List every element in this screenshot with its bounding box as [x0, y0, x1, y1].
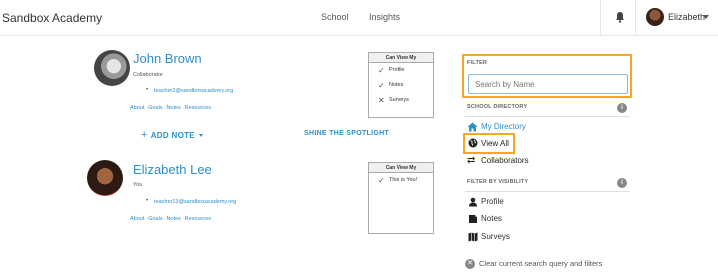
link-about[interactable]: About	[130, 216, 144, 222]
email-link[interactable]: teacher13@sandboxacademy.org	[154, 199, 236, 205]
link-notes[interactable]: Notes	[166, 105, 180, 111]
plus-icon: +	[141, 129, 148, 141]
can-view-title: Can View My	[369, 53, 433, 63]
divider	[465, 116, 630, 117]
notes-icon	[469, 215, 477, 223]
person-role: You	[133, 182, 143, 188]
globe-icon	[468, 138, 478, 148]
user-avatar[interactable]	[646, 8, 664, 26]
home-icon	[467, 122, 478, 132]
avatar	[94, 50, 130, 86]
person-icon	[469, 197, 477, 207]
shine-spotlight-button[interactable]: SHINE THE SPOTLIGHT	[304, 130, 389, 137]
can-view-row: ✕ Surveys	[369, 93, 433, 108]
add-note-label: ADD NOTE	[150, 131, 195, 140]
bullet: •	[146, 87, 149, 93]
can-view-label: This is You!	[389, 177, 418, 183]
check-icon: ✓	[378, 176, 385, 185]
can-view-title: Can View My	[369, 163, 433, 173]
link-notes[interactable]: Notes	[166, 216, 180, 222]
person-links: About ·Goals ·Notes ·Resources	[130, 216, 211, 222]
directory-my-directory[interactable]: My Directory	[481, 122, 526, 131]
can-view-box: Can View My ✓ Profile ✓ Notes ✕ Surveys	[368, 52, 434, 118]
search-input[interactable]	[468, 74, 628, 94]
link-goals[interactable]: Goals	[148, 216, 162, 222]
can-view-label: Notes	[389, 82, 404, 88]
divider	[465, 191, 630, 192]
link-resources[interactable]: Resources	[185, 105, 211, 111]
can-view-box: Can View My ✓ This is You!	[368, 162, 434, 234]
directory-title: SCHOOL DIRECTORY	[467, 104, 528, 110]
can-view-row: ✓ Notes	[369, 78, 433, 93]
check-icon: ✓	[378, 81, 385, 90]
link-goals[interactable]: Goals	[148, 105, 162, 111]
nav-school[interactable]: School	[321, 12, 349, 22]
info-icon[interactable]: i	[617, 178, 627, 188]
bell-icon[interactable]	[614, 11, 626, 23]
user-name[interactable]: Elizabeth	[668, 12, 705, 22]
visibility-notes[interactable]: Notes	[481, 214, 502, 223]
link-resources[interactable]: Resources	[185, 216, 211, 222]
directory-view-all[interactable]: View All	[481, 139, 509, 148]
clear-filters-link[interactable]: Clear current search query and filters	[479, 259, 602, 268]
chevron-down-icon	[198, 134, 203, 138]
filter-title: FILTER	[467, 60, 488, 66]
can-view-label: Surveys	[389, 97, 409, 103]
nav-insights[interactable]: Insights	[369, 12, 400, 22]
person-name[interactable]: Elizabeth Lee	[133, 162, 212, 177]
avatar	[87, 160, 123, 196]
divider	[635, 0, 636, 36]
can-view-row: ✓ Profile	[369, 63, 433, 78]
close-icon: ✕	[378, 96, 385, 105]
directory-collaborators[interactable]: Collaborators	[481, 156, 529, 165]
divider	[600, 0, 601, 36]
email-link[interactable]: teacher2@sandboxacademy.org	[154, 88, 233, 94]
map-icon	[468, 232, 478, 242]
link-about[interactable]: About	[130, 105, 144, 111]
visibility-profile[interactable]: Profile	[481, 197, 504, 206]
can-view-label: Profile	[389, 67, 405, 73]
check-icon: ✓	[378, 66, 385, 75]
add-note-button[interactable]: + ADD NOTE	[141, 129, 203, 141]
brand-logo[interactable]: Sandbox Academy	[2, 11, 102, 25]
info-icon[interactable]: i	[617, 103, 627, 113]
person-role: Collaborator	[133, 72, 163, 78]
person-name[interactable]: John Brown	[133, 51, 202, 66]
person-links: About ·Goals ·Notes ·Resources	[130, 105, 211, 111]
top-bar: Sandbox Academy School Insights Elizabet…	[0, 0, 718, 36]
chevron-down-icon[interactable]	[703, 15, 709, 19]
bullet: •	[146, 198, 149, 204]
visibility-surveys[interactable]: Surveys	[481, 232, 510, 241]
close-icon[interactable]: ✕	[465, 259, 475, 269]
can-view-row: ✓ This is You!	[369, 173, 433, 188]
swap-arrows-icon: ⇄	[467, 155, 476, 166]
visibility-title: FILTER BY VISIBILITY	[467, 179, 529, 185]
